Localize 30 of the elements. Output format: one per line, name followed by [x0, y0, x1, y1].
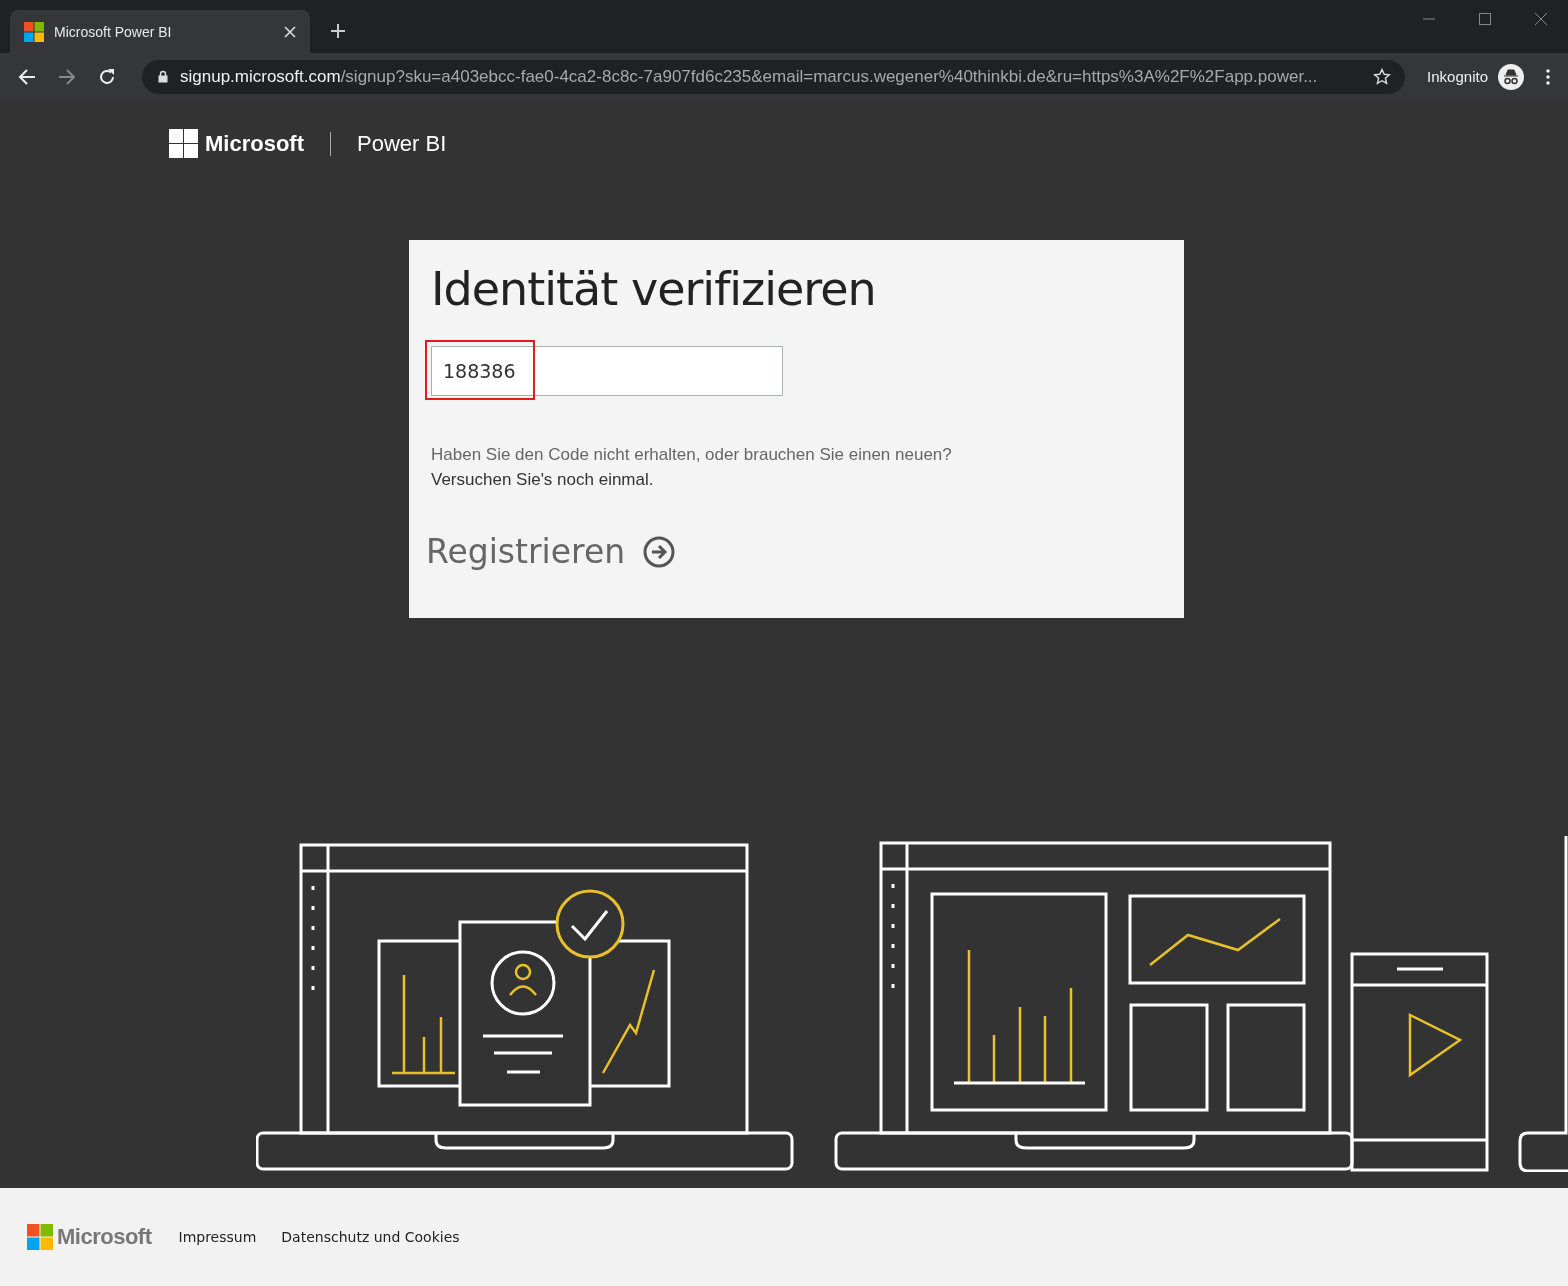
incognito-label: Inkognito: [1427, 68, 1488, 85]
star-icon[interactable]: [1373, 67, 1392, 86]
incognito-icon[interactable]: [1498, 63, 1524, 90]
url-path: /signup?sku=a403ebcc-fae0-4ca2-8c8c-7a907fd6c235&email=marcus.wegener%40thinkbi.de&ru=https%3A%2F%2Fapp.power...: [340, 66, 1318, 86]
close-icon[interactable]: [1534, 12, 1548, 26]
footer-brand-name[interactable]: Microsoft: [57, 1224, 152, 1250]
lock-icon: [158, 70, 168, 83]
product-name: Power BI: [357, 130, 447, 157]
address-bar[interactable]: signup.microsoft.com/signup?sku=a403ebcc-fae0-4ca2-8c8c-7a907fd6c235&email=marcus.wegener%40thinkbi.de&ru=https%3A%2F%2Fapp.power...: [142, 59, 1406, 94]
windows-logo-icon: [24, 21, 44, 42]
menu-icon[interactable]: [1546, 68, 1550, 85]
code-input-field[interactable]: 188386: [431, 346, 783, 396]
plus-icon[interactable]: [330, 23, 346, 39]
url-host: signup.microsoft.com: [180, 66, 341, 86]
tab-title: Microsoft Power BI: [54, 23, 173, 40]
forward-arrow-icon[interactable]: [58, 67, 76, 86]
windows-logo-icon: [169, 129, 198, 158]
footer-link[interactable]: Datenschutz und Cookies: [281, 1229, 460, 1245]
retry-link[interactable]: Versuchen Sie's noch einmal.: [431, 470, 654, 489]
windows-logo-icon: [27, 1224, 53, 1250]
browser-tab[interactable]: Microsoft Power BI: [10, 10, 310, 53]
footer-link[interactable]: Impressum: [178, 1229, 257, 1245]
maximize-icon[interactable]: [1478, 12, 1492, 26]
arrow-circle-icon: [643, 535, 676, 568]
register-button[interactable]: Registrieren: [426, 532, 676, 571]
card-title: Identität verifizieren: [431, 262, 877, 316]
back-arrow-icon[interactable]: [18, 67, 36, 86]
hint-text: Haben Sie den Code nicht erhalten, oder brauchen Sie einen neuen? Versuchen Sie's noch einmal.: [431, 444, 953, 491]
brand-name[interactable]: Microsoft: [205, 130, 304, 157]
reload-icon[interactable]: [98, 67, 116, 86]
